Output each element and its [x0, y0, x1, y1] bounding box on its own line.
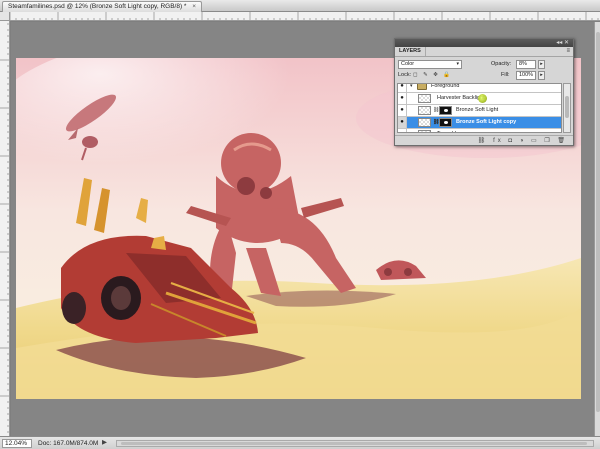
layer-list[interactable]: ● ▾ Foreground ● Harvester Backlight ● ⛓ Bronze…: [397, 83, 562, 133]
vertical-ruler[interactable]: [0, 12, 10, 436]
opacity-label: Opacity:: [491, 61, 512, 67]
layer-row[interactable]: ● ⛓ Bronze Soft Light copy: [398, 117, 561, 129]
opacity-field[interactable]: 8%: [516, 60, 536, 69]
group-expand-icon[interactable]: ▾: [410, 84, 413, 92]
layer-row[interactable]: ● Tyres Hue: [398, 129, 561, 132]
ruler-ticks-vertical: [0, 12, 9, 433]
layer-name: Bronze Soft Light: [456, 107, 499, 113]
status-menu-arrow-icon[interactable]: ▶: [102, 439, 107, 447]
horizontal-scrollbar[interactable]: [116, 440, 594, 447]
layer-mask-thumbnail[interactable]: [439, 106, 452, 115]
layers-panel: ◂◂ ✕ LAYERS ≡ Color ▾ Opacity: 8% ▸ Lock…: [394, 38, 574, 146]
vertical-scrollbar[interactable]: [594, 22, 600, 436]
folder-icon: [417, 84, 427, 90]
panel-drag-bar[interactable]: ◂◂ ✕: [395, 39, 573, 47]
layer-row[interactable]: ● ⛓ Bronze Soft Light: [398, 105, 561, 117]
panel-divider: [395, 56, 573, 57]
panel-footer: ⛓ fx ◘ ◑ ▭ ❐ 🗑: [395, 135, 573, 145]
panel-menu-icon[interactable]: ≡: [566, 48, 570, 55]
layer-name: Foreground: [431, 83, 460, 89]
visibility-eye-icon[interactable]: ●: [398, 129, 407, 132]
document-tab[interactable]: Steamfamilines.psd @ 12% (Bronze Soft Li…: [2, 1, 203, 12]
document-tab-title: Steamfamilines.psd @ 12% (Bronze Soft Li…: [8, 3, 187, 10]
layer-list-scrollbar[interactable]: [563, 83, 571, 133]
tab-layers[interactable]: LAYERS: [395, 47, 426, 56]
layer-thumbnail[interactable]: [418, 130, 431, 132]
document-tab-bar: Steamfamilines.psd @ 12% (Bronze Soft Li…: [0, 0, 600, 12]
fill-label: Fill:: [501, 72, 510, 78]
fill-field[interactable]: 100%: [516, 71, 536, 80]
fill-slider-arrow-icon[interactable]: ▸: [538, 71, 545, 80]
status-bar: 12.04% Doc: 167.0M/874.0M ▶: [0, 436, 600, 449]
chevron-down-icon: ▾: [456, 61, 459, 67]
layer-row[interactable]: ● ▾ Foreground: [398, 83, 561, 93]
visibility-eye-icon[interactable]: ●: [398, 117, 407, 128]
layer-mask-thumbnail[interactable]: [439, 118, 452, 127]
document-size-readout: Doc: 167.0M/874.0M: [38, 440, 99, 447]
horizontal-ruler[interactable]: [10, 12, 600, 21]
blend-mode-select[interactable]: Color ▾: [398, 60, 462, 69]
layer-list-scrollbar-thumb[interactable]: [565, 96, 569, 118]
horizontal-scrollbar-thumb[interactable]: [121, 442, 587, 445]
layer-thumbnail[interactable]: [418, 94, 431, 103]
collapse-panel-icon[interactable]: ◂◂ ✕: [556, 40, 569, 46]
lock-label: Lock:: [398, 72, 412, 78]
visibility-eye-icon[interactable]: ●: [398, 84, 407, 92]
layer-actions-icons[interactable]: ⛓ fx ◘ ◑ ▭ ❐ 🗑: [478, 136, 568, 146]
close-icon[interactable]: ×: [192, 3, 196, 10]
ruler-origin[interactable]: [0, 12, 10, 21]
zoom-level-field[interactable]: 12.04%: [2, 439, 32, 448]
mouse-cursor-icon: [478, 94, 487, 103]
layer-thumbnail[interactable]: [418, 106, 431, 115]
layer-name: Bronze Soft Light copy: [456, 119, 517, 125]
vertical-scrollbar-thumb[interactable]: [596, 32, 600, 412]
ruler-ticks-horizontal: [10, 12, 599, 20]
opacity-slider-arrow-icon[interactable]: ▸: [538, 60, 545, 69]
blend-mode-value: Color: [401, 61, 415, 67]
lock-options-icons[interactable]: ◻ ✎ ✥ 🔒: [413, 72, 452, 79]
visibility-eye-icon[interactable]: ●: [398, 105, 407, 116]
layer-name: Tyres Hue: [437, 129, 462, 132]
visibility-eye-icon[interactable]: ●: [398, 93, 407, 104]
layer-thumbnail[interactable]: [418, 118, 431, 127]
